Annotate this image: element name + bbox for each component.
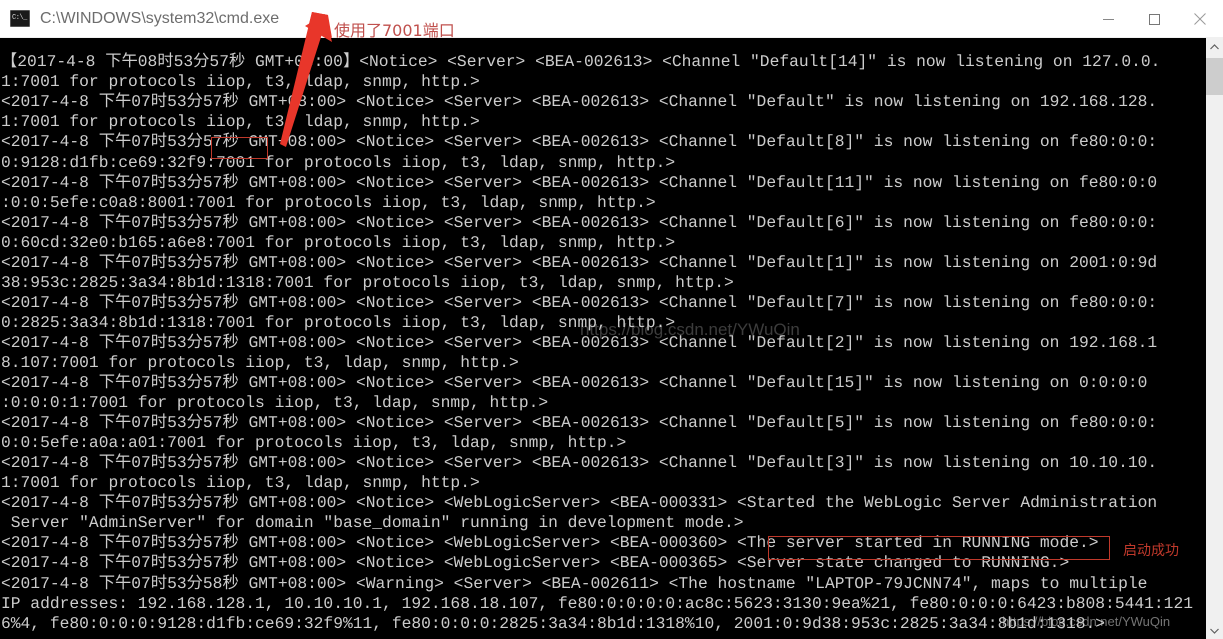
console-output-area[interactable]: 【2017-4-8 下午08时53分57秒 GMT+08:00】<Notice>… [0, 38, 1206, 639]
maximize-button[interactable] [1131, 0, 1177, 38]
window-title: C:\WINDOWS\system32\cmd.exe [40, 9, 280, 27]
console-scrollbar[interactable] [1206, 38, 1223, 639]
scrollbar-thumb[interactable] [1206, 58, 1223, 95]
cmd-window: C:\WINDOWS\system32\cmd.exe 【2017-4 [0, 0, 1223, 639]
scroll-up-arrow-icon[interactable] [1206, 38, 1223, 55]
cmd-icon [10, 10, 30, 27]
console-log-text: 【2017-4-8 下午08时53分57秒 GMT+08:00】<Notice>… [1, 52, 1193, 633]
scroll-down-arrow-icon[interactable] [1206, 622, 1223, 639]
scrollbar-track[interactable] [1206, 55, 1223, 622]
window-controls [1085, 0, 1223, 38]
title-bar[interactable]: C:\WINDOWS\system32\cmd.exe [0, 0, 1223, 38]
port-usage-annotation: 使用了7001端口 [334, 21, 455, 40]
close-button[interactable] [1177, 0, 1223, 38]
startup-success-annotation: 启动成功 [1123, 543, 1179, 559]
minimize-button[interactable] [1085, 0, 1131, 38]
